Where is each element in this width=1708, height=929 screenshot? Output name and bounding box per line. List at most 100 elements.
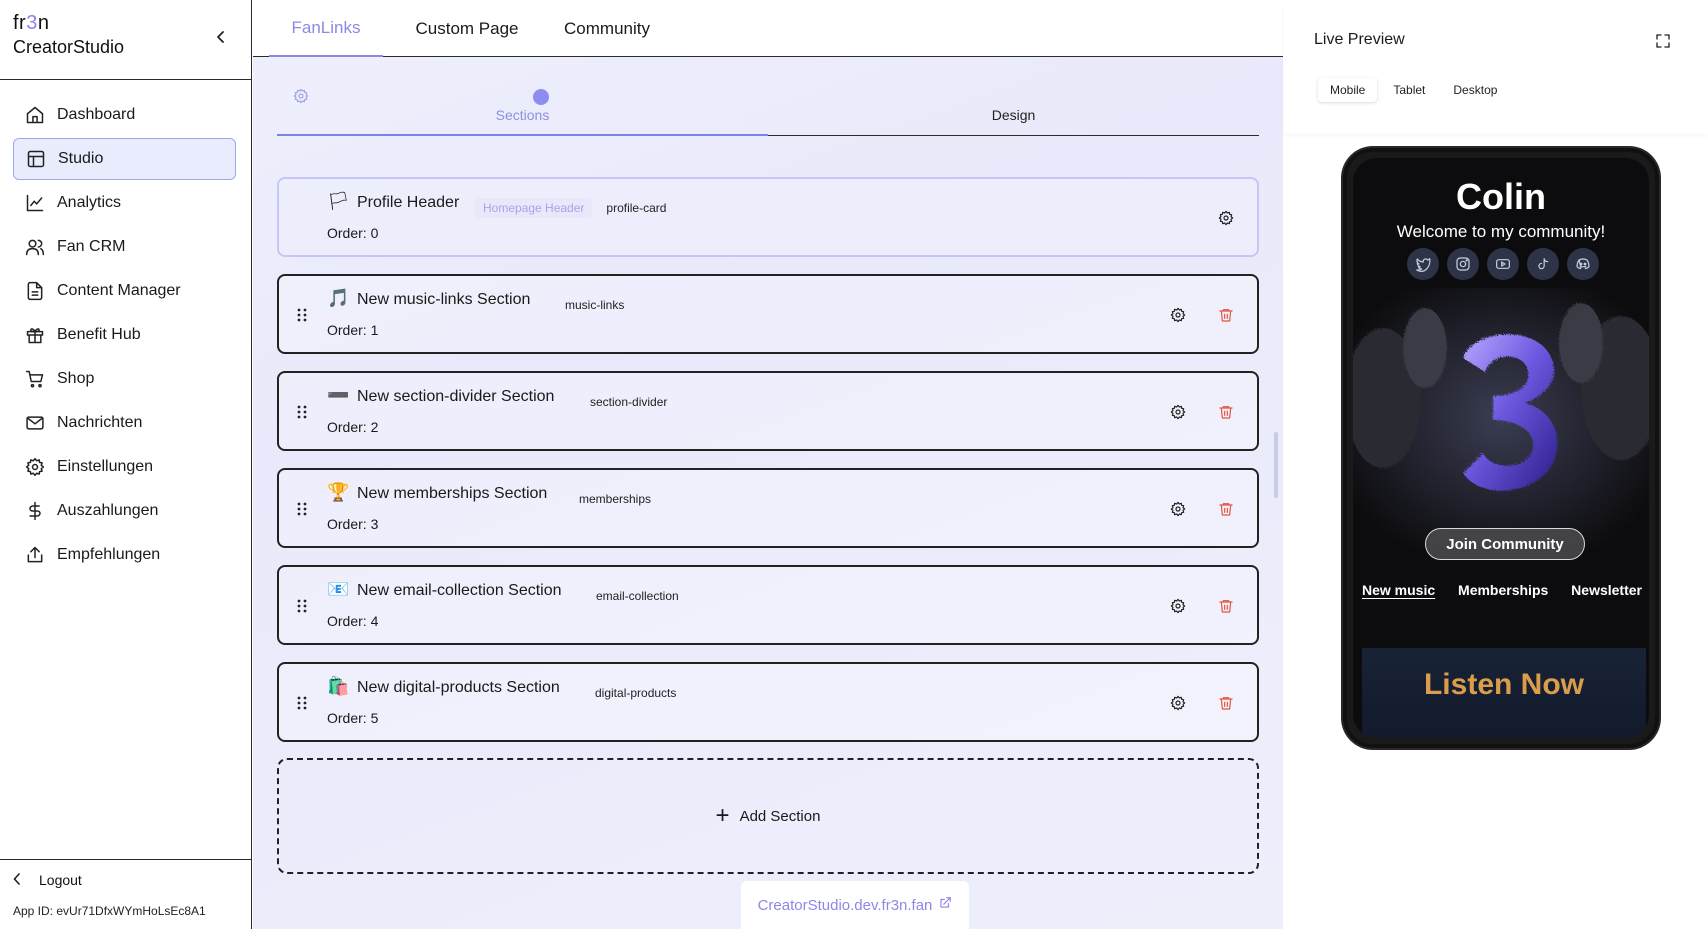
app-id: App ID: evUr71DfxWYmHoLsEc8A1 bbox=[13, 904, 206, 918]
device-desktop[interactable]: Desktop bbox=[1441, 78, 1509, 102]
sidebar-nav: Dashboard Studio Analytics Fan CRM Conte… bbox=[13, 94, 236, 578]
drag-handle-icon[interactable] bbox=[296, 500, 308, 518]
preview-nav-newsletter[interactable]: Newsletter bbox=[1571, 582, 1642, 598]
device-mobile[interactable]: Mobile bbox=[1318, 78, 1378, 102]
youtube-icon[interactable] bbox=[1487, 248, 1519, 280]
preview-nav-new-music[interactable]: New music bbox=[1362, 582, 1435, 598]
section-title: New memberships Section bbox=[357, 485, 548, 502]
sidebar-item-label: Nachrichten bbox=[57, 414, 143, 431]
delete-section-button[interactable] bbox=[1216, 693, 1236, 713]
collapse-sidebar-button[interactable] bbox=[210, 26, 232, 48]
social-links bbox=[1407, 248, 1599, 280]
section-title: New email-collection Section bbox=[357, 582, 562, 599]
tab-community[interactable]: Community bbox=[549, 0, 665, 57]
phone-frame: Colin Welcome to my community! Join Comm… bbox=[1343, 148, 1659, 748]
listen-now-banner[interactable]: Listen Now bbox=[1362, 648, 1646, 738]
twitter-icon[interactable] bbox=[1407, 248, 1439, 280]
music-note-icon: 🎵 bbox=[327, 288, 350, 308]
phone-screen: Colin Welcome to my community! Join Comm… bbox=[1353, 158, 1649, 738]
sidebar-item-label: Dashboard bbox=[57, 106, 136, 123]
sidebar-item-label: Auszahlungen bbox=[57, 502, 159, 519]
fullscreen-button[interactable] bbox=[1652, 30, 1674, 52]
preview-nav-memberships[interactable]: Memberships bbox=[1458, 582, 1548, 598]
tab-custom-page[interactable]: Custom Page bbox=[401, 0, 533, 57]
trash-icon bbox=[1219, 600, 1233, 613]
drag-handle-icon[interactable] bbox=[296, 597, 308, 615]
gift-icon bbox=[25, 325, 45, 345]
section-title: New music-links Section bbox=[357, 291, 531, 308]
divider bbox=[0, 79, 252, 80]
section-settings-button[interactable] bbox=[1168, 402, 1188, 422]
homepage-header-badge: Homepage Header bbox=[475, 198, 593, 218]
gear-icon bbox=[1170, 404, 1186, 420]
sidebar-item-fan-crm[interactable]: Fan CRM bbox=[13, 226, 236, 268]
delete-section-button[interactable] bbox=[1216, 305, 1236, 325]
section-type-tag: profile-card bbox=[606, 201, 667, 215]
sidebar-item-shop[interactable]: Shop bbox=[13, 358, 236, 400]
section-card-memberships[interactable]: 🏆 New memberships Section memberships Or… bbox=[277, 468, 1259, 548]
discord-icon[interactable] bbox=[1567, 248, 1599, 280]
delete-section-button[interactable] bbox=[1216, 499, 1236, 519]
sidebar-item-empfehlungen[interactable]: Empfehlungen bbox=[13, 534, 236, 576]
step-design[interactable]: Design bbox=[533, 78, 1259, 136]
drag-handle-icon[interactable] bbox=[296, 306, 308, 324]
add-section-button[interactable]: + Add Section bbox=[277, 758, 1259, 874]
device-tablet[interactable]: Tablet bbox=[1381, 78, 1437, 102]
sidebar-item-analytics[interactable]: Analytics bbox=[13, 182, 236, 224]
sidebar-item-studio[interactable]: Studio bbox=[13, 138, 236, 180]
sidebar-item-label: Einstellungen bbox=[57, 458, 154, 475]
delete-section-button[interactable] bbox=[1216, 402, 1236, 422]
section-order: Order: 5 bbox=[327, 710, 379, 726]
gear-icon bbox=[1170, 307, 1186, 323]
sidebar-item-content-manager[interactable]: Content Manager bbox=[13, 270, 236, 312]
section-card-section-divider[interactable]: ➖ New section-divider Section section-di… bbox=[277, 371, 1259, 451]
step-sections[interactable]: Sections bbox=[277, 78, 768, 136]
chevron-left-icon bbox=[13, 872, 29, 888]
section-settings-button[interactable] bbox=[1168, 305, 1188, 325]
section-title: Profile Header bbox=[357, 194, 460, 211]
brand-logo[interactable]: fr3n CreatorStudio bbox=[13, 12, 124, 58]
logout-button[interactable]: Logout bbox=[13, 872, 82, 888]
scrollbar[interactable] bbox=[1274, 432, 1278, 498]
public-site-link[interactable]: CreatorStudio.dev.fr3n.fan bbox=[741, 881, 969, 929]
instagram-icon[interactable] bbox=[1447, 248, 1479, 280]
section-tags: email-collection bbox=[590, 586, 685, 606]
section-card-digital-products[interactable]: 🛍️ New digital-products Section digital-… bbox=[277, 662, 1259, 742]
tab-fanlinks[interactable]: FanLinks bbox=[269, 0, 383, 57]
sidebar-item-label: Analytics bbox=[57, 194, 122, 211]
sidebar-item-auszahlungen[interactable]: Auszahlungen bbox=[13, 490, 236, 532]
section-settings-button[interactable] bbox=[1168, 499, 1188, 519]
tiktok-icon[interactable] bbox=[1527, 248, 1559, 280]
device-switcher: Mobile Tablet Desktop bbox=[1318, 78, 1509, 102]
drag-handle-icon[interactable] bbox=[296, 403, 308, 421]
sidebar-item-benefit-hub[interactable]: Benefit Hub bbox=[13, 314, 236, 356]
sidebar-item-label: Shop bbox=[57, 370, 95, 387]
gear-icon bbox=[1170, 695, 1186, 711]
step-label: Sections bbox=[495, 107, 550, 123]
section-settings-button[interactable] bbox=[1168, 596, 1188, 616]
section-card-music-links[interactable]: 🎵 New music-links Section music-links Or… bbox=[277, 274, 1259, 354]
gear-icon bbox=[293, 88, 309, 109]
section-tags: music-links bbox=[559, 295, 630, 315]
creator-name: Colin bbox=[1456, 176, 1546, 217]
section-card-profile-header[interactable]: 🏳 Profile Header Homepage Header profile… bbox=[277, 177, 1259, 257]
join-community-button[interactable]: Join Community bbox=[1425, 528, 1585, 560]
sidebar-item-dashboard[interactable]: Dashboard bbox=[13, 94, 236, 136]
section-title: New digital-products Section bbox=[357, 679, 560, 696]
add-section-label: Add Section bbox=[739, 807, 821, 825]
brand-wordmark: fr3n bbox=[13, 12, 50, 34]
section-type-tag: music-links bbox=[565, 298, 625, 312]
delete-section-button[interactable] bbox=[1216, 596, 1236, 616]
welcome-text: Welcome to my community! bbox=[1396, 222, 1606, 241]
sidebar-item-nachrichten[interactable]: Nachrichten bbox=[13, 402, 236, 444]
sidebar-item-einstellungen[interactable]: Einstellungen bbox=[13, 446, 236, 488]
minus-icon: ➖ bbox=[327, 385, 350, 405]
section-card-email-collection[interactable]: 📧 New email-collection Section email-col… bbox=[277, 565, 1259, 645]
gear-icon bbox=[1170, 598, 1186, 614]
section-settings-button[interactable] bbox=[1168, 693, 1188, 713]
mail-icon bbox=[25, 413, 45, 433]
gear-icon bbox=[1170, 501, 1186, 517]
drag-handle-icon[interactable] bbox=[296, 694, 308, 712]
section-type-tag: section-divider bbox=[590, 395, 668, 409]
section-settings-button[interactable] bbox=[1216, 208, 1236, 228]
